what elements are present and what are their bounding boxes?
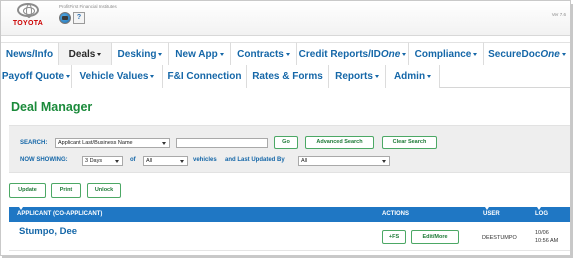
nav-tab-securedoc[interactable]: SecureDocOne — [484, 42, 570, 65]
page-title: Deal Manager — [11, 100, 93, 114]
chevron-down-icon — [374, 74, 379, 78]
user-cell: DEESTUMPO — [482, 235, 517, 241]
main-nav-row-1: News/Info Deals Desking New App Contract… — [1, 42, 570, 65]
nav-tab-desking[interactable]: Desking — [112, 42, 169, 65]
nav-tab-vehicle-values[interactable]: Vehicle Values — [72, 65, 163, 88]
nav-tab-contracts[interactable]: Contracts — [231, 42, 297, 65]
log-date: 10/06 — [535, 230, 549, 236]
sort-caret-icon — [485, 207, 489, 210]
nav-tab-fi-connection[interactable]: F&I Connection — [163, 65, 247, 88]
days-select[interactable]: 3 Days — [82, 156, 123, 166]
nav-tab-admin[interactable]: Admin — [386, 65, 440, 88]
version-label: Ver 7.6 — [551, 12, 566, 17]
of-label: of — [130, 157, 136, 163]
brand-name: TOYOTA — [12, 20, 44, 27]
updated-by-label: and Last Updated By — [225, 157, 285, 163]
search-panel: SEARCH: Applicant Last/Business Name Go … — [9, 125, 570, 173]
chevron-down-icon — [402, 52, 407, 56]
top-bar: TOYOTA ProfitFirst Financial Institutes … — [1, 1, 570, 36]
table-row: Stumpo, Dee +FS Edit/More DEESTUMPO 10/0… — [9, 222, 570, 251]
globe-icon[interactable] — [59, 12, 71, 24]
nav-tab-payoff-quote[interactable]: Payoff Quote — [1, 65, 72, 88]
vehicles-label: vehicles — [193, 157, 217, 163]
chevron-down-icon — [219, 52, 224, 56]
chevron-down-icon — [158, 52, 163, 56]
nav-tab-compliance[interactable]: Compliance — [409, 42, 484, 65]
nav-tab-new-app[interactable]: New App — [169, 42, 231, 65]
toyota-logo[interactable]: TOYOTA — [8, 3, 48, 33]
search-field-select[interactable]: Applicant Last/Business Name — [55, 138, 170, 148]
search-label: SEARCH: — [20, 140, 48, 146]
nav-tab-rates-forms[interactable]: Rates & Forms — [247, 65, 329, 88]
brand-caption: ProfitFirst Financial Institutes — [59, 4, 117, 9]
log-time: 10:56 AM — [535, 238, 559, 244]
edit-more-button[interactable]: Edit/More — [411, 230, 459, 244]
search-input[interactable] — [176, 138, 268, 148]
chevron-down-icon — [66, 74, 71, 78]
app-window: TOYOTA ProfitFirst Financial Institutes … — [0, 0, 571, 256]
vehicle-scope-select[interactable]: All — [143, 156, 188, 166]
applicant-link[interactable]: Stumpo, Dee — [19, 226, 77, 237]
chevron-down-icon — [427, 74, 432, 78]
print-button[interactable]: Print — [51, 183, 81, 198]
toyota-emblem-icon — [17, 3, 39, 18]
toolbar-icons: ? — [59, 12, 85, 24]
help-icon[interactable]: ? — [73, 12, 85, 24]
chevron-down-icon — [285, 52, 290, 56]
go-button[interactable]: Go — [274, 136, 298, 149]
table-header: APPLICANT (CO-APPLICANT) ACTIONS USER LO… — [9, 207, 570, 222]
log-cell: 10/06 10:56 AM — [535, 229, 558, 245]
nav-tab-deals[interactable]: Deals — [59, 42, 112, 65]
nav-tab-news-info[interactable]: News/Info — [1, 42, 59, 65]
chevron-down-icon — [150, 74, 155, 78]
now-showing-label: NOW SHOWING: — [20, 157, 68, 163]
nav-tab-credit-reports[interactable]: Credit Reports/IDOne — [297, 42, 409, 65]
chevron-down-icon — [97, 52, 102, 56]
sort-caret-icon — [537, 207, 541, 210]
sort-caret-icon — [19, 207, 23, 210]
main-nav-row-2: Payoff Quote Vehicle Values F&I Connecti… — [1, 65, 570, 88]
unlock-button[interactable]: Unlock — [87, 183, 121, 198]
chevron-down-icon — [561, 52, 566, 56]
chevron-down-icon — [473, 52, 478, 56]
nav-tab-reports[interactable]: Reports — [329, 65, 386, 88]
column-header-actions: ACTIONS — [382, 211, 409, 217]
updated-by-select[interactable]: All — [298, 156, 390, 166]
advanced-search-button[interactable]: Advanced Search — [305, 136, 374, 149]
clear-search-button[interactable]: Clear Search — [382, 136, 437, 149]
update-button[interactable]: Update — [9, 183, 46, 198]
add-fs-button[interactable]: +FS — [382, 230, 406, 244]
